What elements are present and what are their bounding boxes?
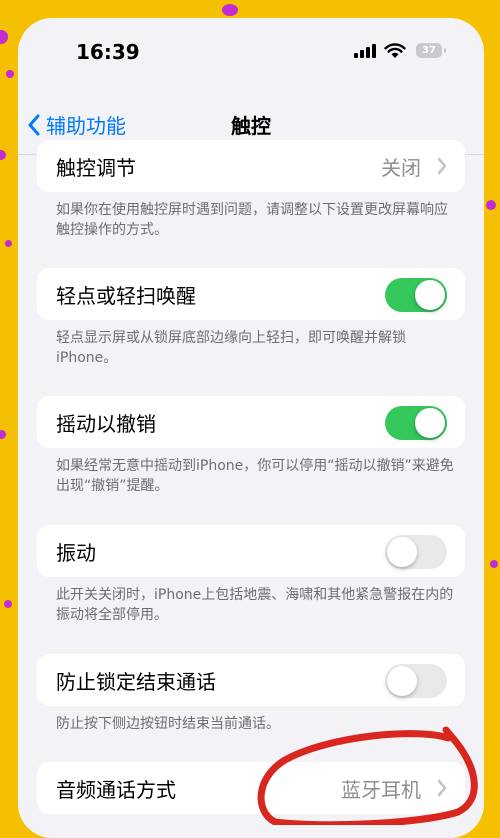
cellular-signal-icon	[354, 44, 376, 58]
row-value: 蓝牙耳机	[341, 778, 421, 802]
shake-to-undo-note: 如果经常无意中摇动到iPhone，你可以停用“摇动以撤销”来避免出现“撤销”提醒…	[56, 458, 454, 494]
row-label: 振动	[56, 541, 96, 565]
touch-accommodations-row[interactable]: 触控调节 关闭	[37, 140, 465, 192]
prevent-lock-end-call-note: 防止按下侧边按钮时结束当前通话。	[56, 716, 280, 732]
tap-to-wake-toggle[interactable]	[385, 278, 447, 312]
battery-nub	[444, 48, 446, 53]
vibration-row: 振动	[37, 525, 465, 577]
toggle-knob	[415, 408, 445, 438]
row-label: 防止锁定结束通话	[56, 670, 216, 694]
background-dot	[5, 240, 12, 247]
background-dot	[490, 560, 498, 568]
row-label: 音频通话方式	[56, 778, 176, 802]
row-label: 轻点或轻扫唤醒	[56, 284, 196, 308]
status-bar: 16:39 37	[18, 18, 484, 88]
background-dot	[6, 70, 14, 78]
vibration-toggle[interactable]	[385, 535, 447, 569]
battery-indicator: 37	[416, 43, 442, 58]
row-label: 摇动以撤销	[56, 412, 156, 436]
tap-to-wake-note: 轻点显示屏或从锁屏底部边缘向上轻扫，即可唤醒并解锁iPhone。	[56, 330, 406, 366]
prevent-lock-end-call-row: 防止锁定结束通话	[37, 654, 465, 706]
page-title: 触控	[231, 114, 271, 138]
phone-screen: 16:39 37 辅助功能 触控 触控调节 关闭 如果你在使用触控屏时遇到问题，…	[18, 18, 484, 838]
wifi-icon	[384, 43, 406, 58]
shake-to-undo-toggle[interactable]	[385, 406, 447, 440]
background-dot	[222, 4, 238, 16]
chevron-right-icon	[437, 157, 447, 175]
toggle-knob	[387, 537, 417, 567]
chevron-right-icon	[437, 779, 447, 797]
tap-to-wake-row: 轻点或轻扫唤醒	[37, 268, 465, 320]
background-dot	[4, 600, 12, 608]
shake-to-undo-row: 摇动以撤销	[37, 396, 465, 448]
status-time: 16:39	[76, 40, 140, 64]
background-dot	[486, 200, 496, 210]
call-audio-routing-row[interactable]: 音频通话方式 蓝牙耳机	[37, 762, 465, 814]
row-label: 触控调节	[56, 156, 136, 180]
toggle-knob	[415, 280, 445, 310]
background-dot	[0, 30, 8, 44]
row-value: 关闭	[381, 156, 421, 180]
toggle-knob	[387, 666, 417, 696]
background-dot	[0, 430, 6, 439]
touch-accommodations-note: 如果你在使用触控屏时遇到问题，请调整以下设置更改屏幕响应触控操作的方式。	[56, 202, 448, 238]
background-dot	[0, 150, 6, 160]
vibration-note: 此开关关闭时，iPhone上包括地震、海啸和其他紧急警报在内的振动将全部停用。	[56, 587, 454, 623]
prevent-lock-end-call-toggle[interactable]	[385, 664, 447, 698]
